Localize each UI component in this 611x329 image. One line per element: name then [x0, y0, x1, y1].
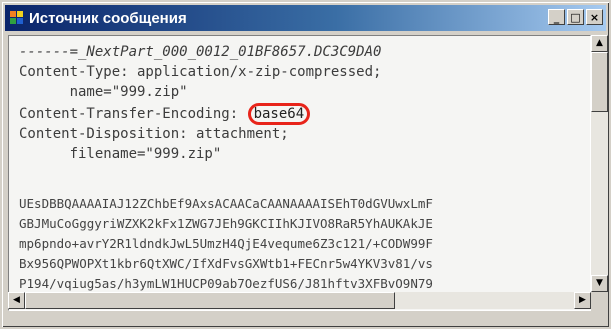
- arrow-up-icon: ▲: [596, 38, 603, 48]
- message-source-window: Источник сообщения _ □ × ------=_NextPar…: [0, 0, 611, 329]
- message-source-icon: [10, 11, 24, 25]
- message-source-text[interactable]: ------=_NextPart_000_0012_01BF8657.DC3C9…: [8, 35, 591, 311]
- content-transfer-encoding-header: Content-Transfer-Encoding: base64: [19, 103, 311, 125]
- encoded-line: GBJMuCoGggyriWZXK2kFx1ZWG7JEh9GKCIIhKJIV…: [19, 216, 433, 231]
- title-bar[interactable]: Источник сообщения _ □ ×: [5, 5, 606, 31]
- vertical-scrollbar[interactable]: ▲ ▼: [591, 35, 608, 292]
- arrow-down-icon: ▼: [596, 278, 603, 288]
- size-grip[interactable]: [591, 292, 608, 309]
- scroll-right-button[interactable]: ▶: [574, 292, 591, 309]
- horizontal-scroll-thumb[interactable]: [25, 292, 395, 309]
- close-button[interactable]: ×: [586, 9, 603, 25]
- window-title: Источник сообщения: [29, 9, 187, 27]
- content-type-header: Content-Type: application/x-zip-compress…: [19, 64, 382, 80]
- minimize-button[interactable]: _: [548, 9, 565, 25]
- vertical-scroll-thumb[interactable]: [591, 52, 608, 112]
- maximize-button[interactable]: □: [567, 9, 584, 25]
- mime-boundary: ------=_NextPart_000_0012_01BF8657.DC3C9…: [19, 44, 382, 60]
- encoded-line: mp6pndo+avrY2R1ldndkJwL5UmzH4QjE4vequme6…: [19, 236, 433, 251]
- close-icon: ×: [589, 10, 600, 24]
- arrow-right-icon: ▶: [579, 295, 586, 305]
- scroll-left-button[interactable]: ◀: [8, 292, 25, 309]
- arrow-left-icon: ◀: [13, 295, 20, 305]
- encoded-line: Bx956QPWOPXt1kbr6QtXWC/IfXdFvsGXWtb1+FEC…: [19, 256, 433, 271]
- content-disposition-filename: filename="999.zip": [19, 146, 222, 162]
- encoding-highlight: base64: [247, 103, 311, 125]
- scroll-up-button[interactable]: ▲: [591, 35, 608, 52]
- maximize-icon: □: [570, 10, 581, 24]
- content-disposition-header: Content-Disposition: attachment;: [19, 126, 289, 142]
- content-type-name: name="999.zip": [19, 84, 188, 100]
- minimize-icon: _: [553, 10, 560, 24]
- content-transfer-encoding-label: Content-Transfer-Encoding:: [19, 106, 247, 122]
- encoded-line: P194/vqiug5as/h3ymLW1HUCP09ab7OezfUS6/J8…: [19, 276, 433, 291]
- horizontal-scrollbar[interactable]: ◀ ▶: [8, 292, 591, 309]
- encoded-line: UEsDBBQAAAAIAJ12ZChbEf9AxsACAACaCAANAAAA…: [19, 196, 433, 211]
- scroll-down-button[interactable]: ▼: [591, 275, 608, 292]
- window-controls: _ □ ×: [548, 9, 603, 25]
